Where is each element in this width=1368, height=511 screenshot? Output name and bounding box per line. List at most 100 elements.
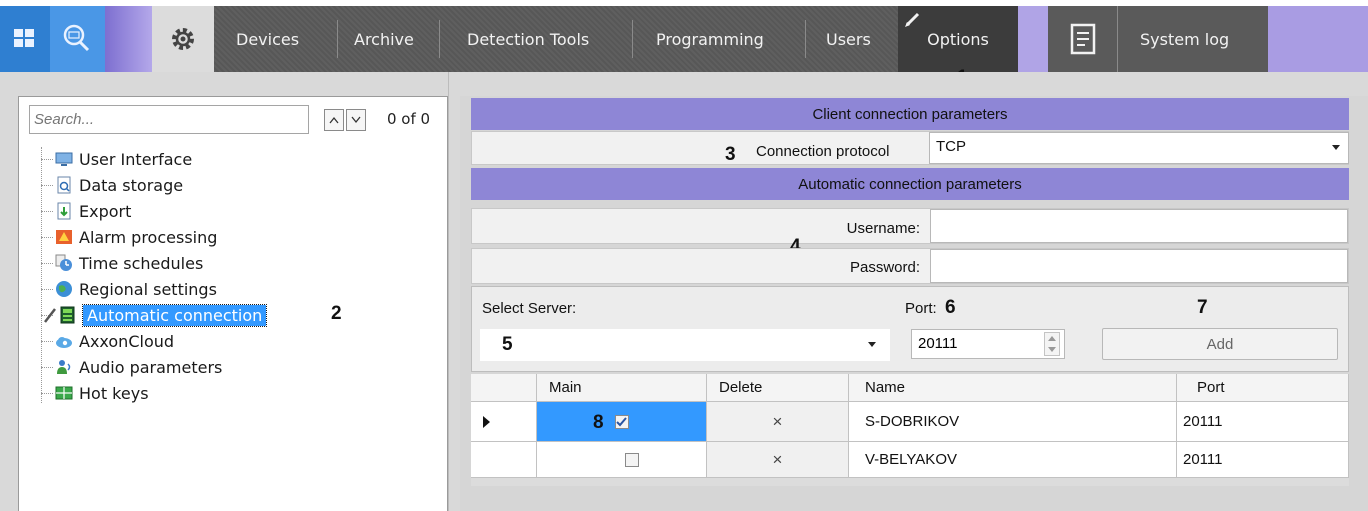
alarm-icon (56, 230, 72, 244)
delete-row-button[interactable]: × (707, 442, 849, 478)
menu-programming[interactable]: Programming (656, 6, 764, 72)
globe-icon (56, 281, 72, 297)
table-cell-port[interactable]: 20111 (1177, 442, 1349, 478)
settings-button[interactable] (152, 6, 214, 72)
tree-item-label: Alarm processing (79, 227, 218, 247)
menu-users[interactable]: Users (826, 6, 871, 72)
menu-detection-tools[interactable]: Detection Tools (467, 6, 589, 72)
tree-item-label: Export (79, 201, 132, 221)
gear-icon (172, 28, 194, 50)
port-value: 20111 (918, 335, 958, 352)
server-select[interactable] (480, 329, 890, 361)
port-spin-buttons[interactable] (1044, 332, 1060, 356)
menu-devices[interactable]: Devices (236, 6, 299, 72)
password-label: Password: (849, 259, 920, 276)
table-cell-name[interactable]: V-BELYAKOV (849, 442, 1177, 478)
clock-icon (55, 254, 72, 271)
tree-item-audio-parameters[interactable]: Audio parameters (55, 354, 222, 380)
tree-item-hot-keys[interactable]: Hot keys (55, 380, 149, 406)
port-label: Port: (905, 300, 937, 317)
tree-item-time-schedules[interactable]: Time schedules (55, 250, 203, 276)
app-window: Devices Archive Detection Tools Programm… (0, 0, 1368, 511)
tree-item-export[interactable]: Export (55, 198, 131, 224)
port-stepper[interactable]: 20111 (911, 329, 1065, 359)
table-cell-port[interactable]: 20111 (1177, 402, 1349, 442)
row-selector[interactable] (471, 402, 537, 442)
tree-guide (41, 393, 53, 394)
tree-item-label: Automatic connection (81, 303, 268, 327)
tree-item-axxoncloud[interactable]: AxxonCloud (55, 328, 174, 354)
menu-separator (805, 20, 806, 58)
callout-2: 2 (331, 303, 342, 324)
pencil-icon (905, 12, 920, 27)
column-header-main[interactable]: Main (537, 374, 707, 402)
search-result-count: 0 of 0 (387, 110, 431, 128)
frame-left (0, 72, 18, 511)
panel-splitter[interactable] (448, 72, 460, 511)
search-prev-button[interactable] (324, 109, 344, 131)
pencil-icon (44, 308, 56, 323)
row-selector[interactable] (471, 442, 537, 478)
callout-3: 3 (725, 144, 736, 165)
username-field[interactable] (930, 209, 1348, 243)
table-cell-main[interactable] (537, 442, 707, 478)
add-server-button[interactable]: Add (1102, 328, 1338, 360)
menu-archive[interactable]: Archive (354, 6, 414, 72)
main-checkbox[interactable] (614, 414, 629, 429)
monitor-icon (55, 152, 73, 166)
search-monitor-button[interactable] (50, 6, 105, 72)
server-table: Main Delete Name Port 8 × S-DOBRIKOV 201… (471, 374, 1349, 486)
dropdown-arrow-icon (868, 342, 876, 347)
column-header-delete[interactable]: Delete (707, 374, 849, 402)
table-cell-name[interactable]: S-DOBRIKOV (849, 402, 1177, 442)
column-header-port[interactable]: Port (1177, 374, 1349, 402)
system-log-tab[interactable]: System log (1118, 6, 1268, 72)
tree-guide (41, 289, 53, 290)
tree-guide (41, 367, 53, 368)
callout-7: 7 (1197, 297, 1208, 318)
connection-protocol-value: TCP (936, 138, 966, 155)
delete-row-button[interactable]: × (707, 402, 849, 442)
main-checkbox[interactable] (624, 452, 639, 467)
frame-top (0, 72, 1368, 96)
toolbar-spacer (1018, 6, 1048, 72)
password-field[interactable] (930, 249, 1348, 283)
tree-guide (41, 263, 53, 264)
connection-protocol-label: Connection protocol (756, 143, 890, 160)
tree-guide (41, 159, 53, 160)
tree-item-alarm-processing[interactable]: Alarm processing (55, 224, 217, 250)
column-header-name[interactable]: Name (849, 374, 1177, 402)
tree-item-label: Time schedules (79, 253, 204, 273)
storage-icon (57, 176, 71, 194)
tree-item-label: Regional settings (79, 279, 217, 299)
search-input[interactable] (29, 105, 309, 134)
callout-8: 8 (593, 412, 604, 433)
tree-item-regional-settings[interactable]: Regional settings (55, 276, 217, 302)
automatic-connection-header: Automatic connection parameters (471, 168, 1349, 200)
grid-button[interactable] (0, 6, 50, 72)
tree-item-data-storage[interactable]: Data storage (55, 172, 183, 198)
tree-item-user-interface[interactable]: User Interface (55, 146, 192, 172)
tree-item-label: AxxonCloud (79, 331, 175, 351)
menu-separator (337, 20, 338, 58)
main-menu: Devices Archive Detection Tools Programm… (214, 6, 1018, 72)
tree-guide (41, 341, 53, 342)
connection-protocol-select[interactable]: TCP (929, 132, 1349, 164)
tree-guide (41, 237, 53, 238)
cloud-icon (56, 337, 72, 348)
export-icon (57, 202, 71, 220)
callout-6: 6 (945, 297, 956, 318)
tree-item-label: Hot keys (79, 383, 149, 403)
tree-item-label: Audio parameters (79, 357, 223, 377)
tree-item-label: User Interface (79, 149, 193, 169)
search-next-button[interactable] (346, 109, 366, 131)
chevron-down-icon (351, 116, 361, 124)
tree-item-automatic-connection[interactable]: Automatic connection (43, 302, 268, 328)
callout-5: 5 (502, 334, 513, 355)
checkmark-icon (616, 416, 627, 426)
menu-separator (439, 20, 440, 58)
system-log-icon-button[interactable] (1048, 6, 1118, 72)
top-toolbar: Devices Archive Detection Tools Programm… (0, 6, 1368, 72)
table-cell-main[interactable] (537, 402, 707, 442)
server-selection-area: Select Server: Port: 6 7 5 20111 Add (471, 286, 1349, 372)
